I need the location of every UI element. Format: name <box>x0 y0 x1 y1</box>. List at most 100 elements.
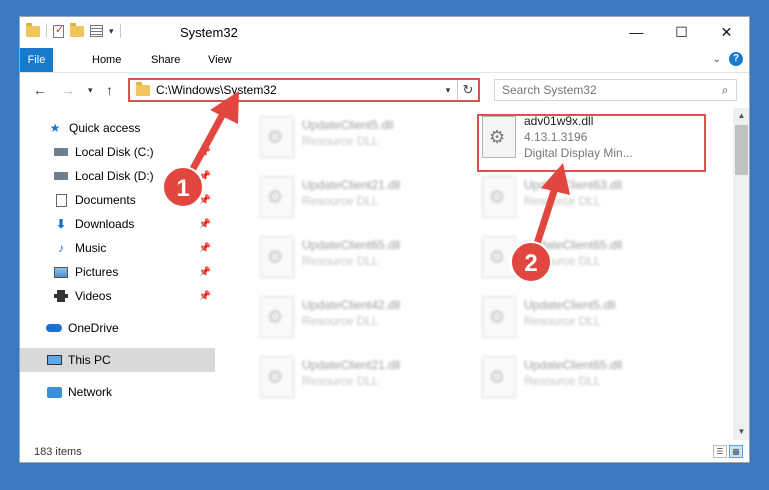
search-box[interactable]: ⌕ <box>494 79 737 101</box>
file-item[interactable]: ⚙ UpdateClient65.dll Resource DLL <box>482 232 714 284</box>
help-icon[interactable]: ? <box>729 52 743 66</box>
folder-icon <box>26 22 40 37</box>
star-icon: ★ <box>49 121 61 135</box>
file-type: Resource DLL <box>524 314 601 328</box>
address-path[interactable]: C:\Windows\System32 <box>156 83 439 97</box>
file-highlight-box <box>477 114 706 172</box>
file-item[interactable]: ⚙ UpdateClient65.dll Resource DLL <box>260 232 492 284</box>
new-folder-icon[interactable] <box>70 22 84 37</box>
pin-icon[interactable]: 📌 <box>199 267 211 278</box>
pin-icon[interactable]: 📌 <box>199 243 211 254</box>
up-arrow-icon[interactable]: ↑ <box>106 82 113 98</box>
drive-icon <box>53 169 69 183</box>
file-name: UpdateClient65.dll <box>524 358 623 372</box>
file-item[interactable]: ⚙ UpdateClient63.dll Resource DLL <box>482 172 714 224</box>
file-item[interactable]: ⚙ UpdateClient21.dll Resource DLL <box>260 172 492 224</box>
pin-icon[interactable]: 📌 <box>199 195 211 206</box>
sidebar-item-label: This PC <box>68 353 111 367</box>
file-type: Resource DLL <box>302 194 379 208</box>
pin-icon[interactable]: 📌 <box>199 147 211 158</box>
sidebar-item-local-disk-d[interactable]: Local Disk (D:) 📌 <box>20 164 215 188</box>
close-button[interactable]: ✕ <box>704 17 749 47</box>
sidebar-item-label: Documents <box>75 193 136 207</box>
chevron-down-icon[interactable]: ⌄ <box>713 54 721 65</box>
computer-icon <box>46 353 62 367</box>
chevron-down-icon[interactable]: ▾ <box>439 85 457 96</box>
dll-file-icon: ⚙ <box>260 356 294 398</box>
sidebar-item-this-pc[interactable]: This PC <box>20 348 215 372</box>
file-name: UpdateClient65.dll <box>524 238 623 252</box>
vertical-scrollbar[interactable]: ▲ ▼ <box>733 108 749 440</box>
sidebar-item-music[interactable]: ♪ Music 📌 <box>20 236 215 260</box>
dll-file-icon: ⚙ <box>260 176 294 218</box>
scroll-thumb[interactable] <box>735 125 748 175</box>
refresh-icon[interactable]: ↻ <box>457 80 478 100</box>
file-name: UpdateClient5.dll <box>302 118 394 132</box>
pin-icon[interactable]: 📌 <box>199 171 211 182</box>
maximize-button[interactable]: ☐ <box>659 17 704 47</box>
file-item[interactable]: ⚙ UpdateClient42.dll Resource DLL <box>260 292 492 344</box>
dll-file-icon: ⚙ <box>482 176 516 218</box>
file-type: Resource DLL <box>524 194 601 208</box>
sidebar-item-onedrive[interactable]: OneDrive <box>20 316 215 340</box>
dll-file-icon: ⚙ <box>482 356 516 398</box>
sidebar-item-label: Local Disk (D:) <box>75 169 154 183</box>
scroll-down-icon[interactable]: ▼ <box>733 424 749 440</box>
search-input[interactable] <box>495 82 714 98</box>
file-type: Resource DLL <box>524 374 601 388</box>
file-name: UpdateClient63.dll <box>524 178 623 192</box>
sidebar-item-documents[interactable]: Documents 📌 <box>20 188 215 212</box>
tab-share[interactable]: Share <box>139 48 192 72</box>
dll-file-icon: ⚙ <box>482 236 516 278</box>
sidebar-item-label: Quick access <box>69 121 141 135</box>
item-count: 183 items <box>34 446 82 458</box>
file-type: Resource DLL <box>302 134 379 148</box>
sidebar-item-label: Local Disk (C:) <box>75 145 154 159</box>
file-item[interactable]: ⚙ UpdateClient21.dll Resource DLL <box>260 352 492 404</box>
scroll-up-icon[interactable]: ▲ <box>733 108 749 124</box>
explorer-window: ▾ System32 — ☐ ✕ File Home Share View ⌄ … <box>19 16 750 463</box>
pin-icon[interactable]: 📌 <box>199 219 211 230</box>
navigation-bar: ← → ▾ ↑ C:\Windows\System32 ▾ ↻ ⌕ <box>20 73 749 108</box>
sidebar-item-label: Music <box>75 241 107 255</box>
music-icon: ♪ <box>58 241 64 255</box>
search-icon[interactable]: ⌕ <box>714 83 736 98</box>
toolbar-separator <box>119 24 121 38</box>
ribbon-tabs: File Home Share View ⌄ ? <box>20 48 749 73</box>
documents-icon <box>53 193 69 207</box>
tab-home[interactable]: Home <box>80 48 133 72</box>
file-item[interactable]: ⚙ UpdateClient65.dll Resource DLL <box>482 352 714 404</box>
tab-view[interactable]: View <box>196 48 244 72</box>
tab-file[interactable]: File <box>20 48 53 72</box>
videos-icon <box>53 289 69 303</box>
file-item[interactable]: ⚙ UpdateClient5.dll Resource DLL <box>260 112 492 164</box>
sidebar-item-network[interactable]: Network <box>20 380 215 404</box>
drive-icon <box>53 145 69 159</box>
sidebar-item-label: Pictures <box>75 265 119 279</box>
network-icon <box>46 385 62 399</box>
file-type: Resource DLL <box>302 314 379 328</box>
forward-arrow-icon[interactable]: → <box>61 82 75 98</box>
ribbon-right-controls: ⌄ ? <box>713 52 743 66</box>
sidebar-item-local-disk-c[interactable]: Local Disk (C:) 📌 <box>20 140 215 164</box>
chevron-down-icon[interactable]: ▾ <box>109 26 114 37</box>
pin-icon[interactable]: 📌 <box>199 291 211 302</box>
list-properties-icon[interactable] <box>90 25 103 37</box>
sidebar-item-pictures[interactable]: Pictures 📌 <box>20 260 215 284</box>
back-arrow-icon[interactable]: ← <box>33 82 47 98</box>
sidebar-item-label: OneDrive <box>68 321 119 335</box>
status-bar: 183 items ☰ ▦ <box>20 442 749 462</box>
properties-check-icon[interactable] <box>53 23 64 38</box>
file-item[interactable]: ⚙ UpdateClient5.dll Resource DLL <box>482 292 714 344</box>
dll-file-icon: ⚙ <box>482 296 516 338</box>
quick-access-toolbar: ▾ <box>26 22 121 38</box>
sidebar-item-downloads[interactable]: ⬇ Downloads 📌 <box>20 212 215 236</box>
details-view-icon[interactable]: ☰ <box>713 445 727 458</box>
sidebar-item-quick-access[interactable]: ★ Quick access <box>20 116 215 140</box>
minimize-button[interactable]: — <box>614 17 659 47</box>
address-bar[interactable]: C:\Windows\System32 ▾ ↻ <box>128 78 480 102</box>
sidebar-item-videos[interactable]: Videos 📌 <box>20 284 215 308</box>
tiles-view-icon[interactable]: ▦ <box>729 445 743 458</box>
recent-locations-chevron-icon[interactable]: ▾ <box>88 85 93 96</box>
folder-icon <box>136 81 150 96</box>
